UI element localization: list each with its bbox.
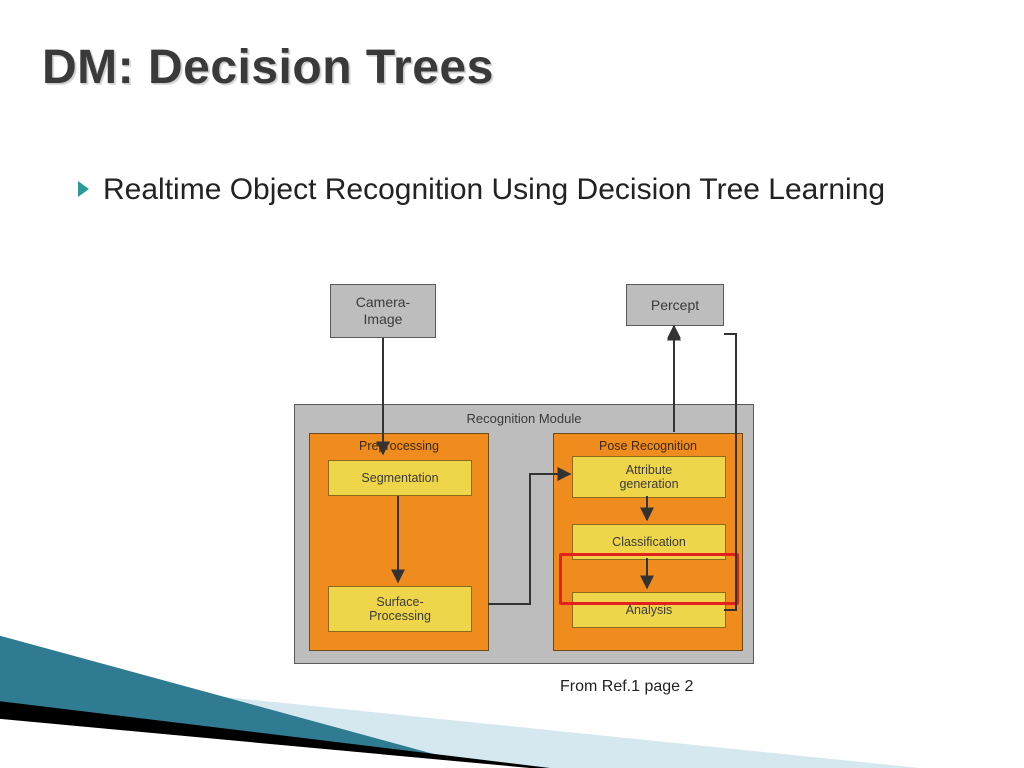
- node-segmentation: Segmentation: [328, 460, 472, 496]
- bullet-text: Realtime Object Recognition Using Decisi…: [103, 170, 885, 211]
- node-surface-processing: Surface- Processing: [328, 586, 472, 632]
- bullet-item: Realtime Object Recognition Using Decisi…: [78, 170, 964, 211]
- recognition-module: Recognition Module Preprocessing Segment…: [294, 404, 754, 664]
- node-analysis: Analysis: [572, 592, 726, 628]
- chevron-right-icon: [78, 181, 89, 197]
- node-camera-image: Camera- Image: [330, 284, 436, 338]
- panel-pose-recognition: Pose Recognition Attribute generation Cl…: [553, 433, 743, 651]
- node-attribute-generation: Attribute generation: [572, 456, 726, 498]
- panel-pose-title: Pose Recognition: [554, 439, 742, 453]
- panel-preprocessing: Preprocessing Segmentation Surface- Proc…: [309, 433, 489, 651]
- recognition-module-label: Recognition Module: [295, 411, 753, 426]
- node-classification: Classification: [572, 524, 726, 560]
- node-percept: Percept: [626, 284, 724, 326]
- panel-preprocessing-title: Preprocessing: [310, 439, 488, 453]
- slide: DM: Decision Trees Realtime Object Recog…: [0, 0, 1024, 768]
- architecture-diagram: Camera- Image Percept Recognition Module…: [294, 284, 754, 664]
- decoration-triangle-cut: [0, 718, 530, 768]
- slide-title: DM: Decision Trees: [42, 40, 494, 95]
